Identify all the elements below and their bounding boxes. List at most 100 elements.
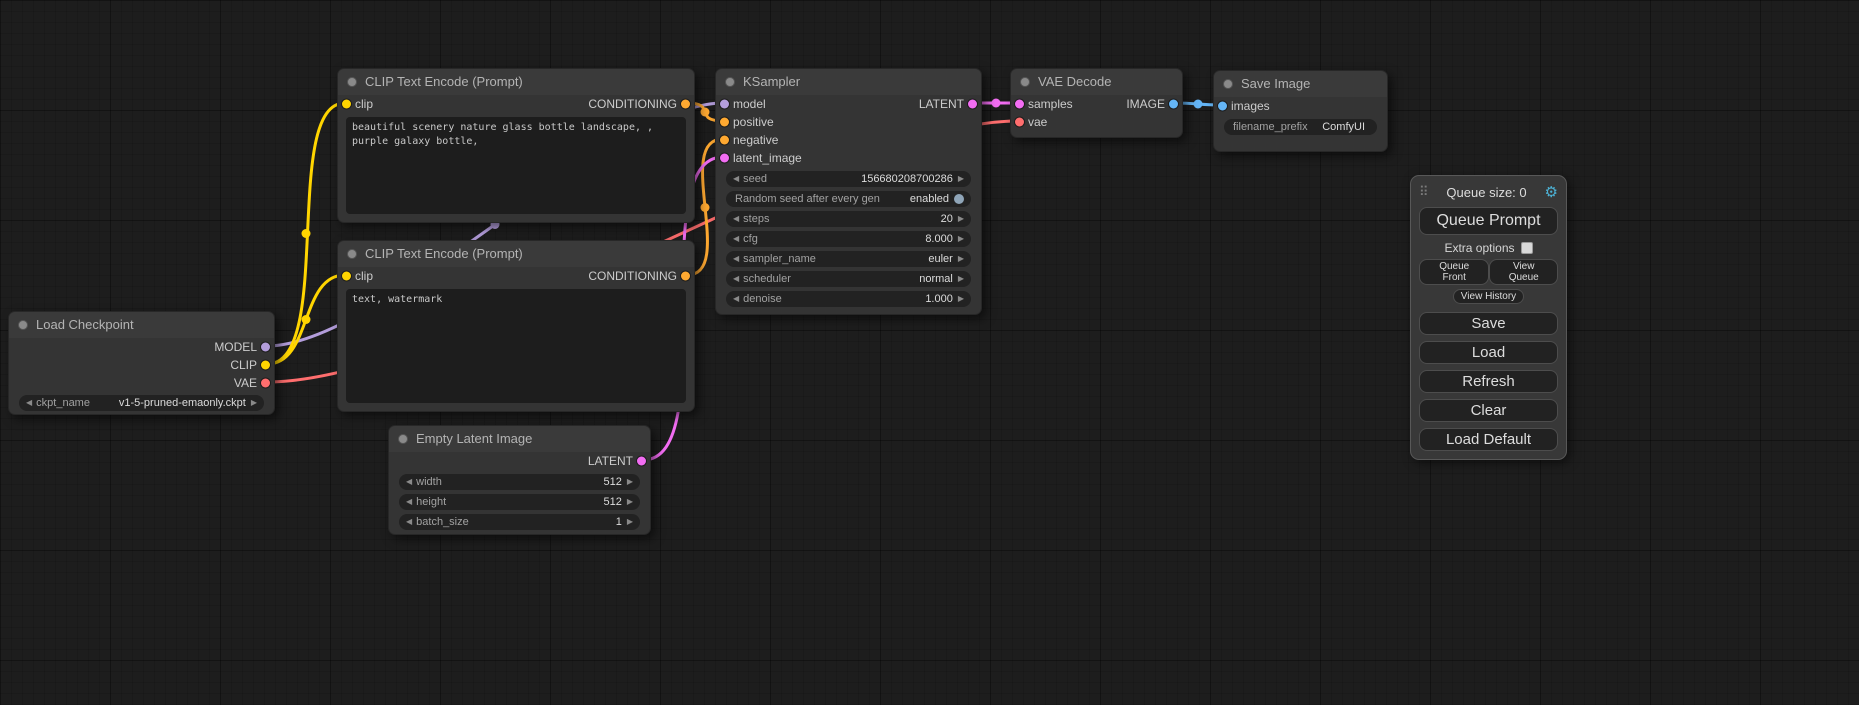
slot-row: clip CONDITIONING	[338, 267, 694, 285]
increment-arrow-icon[interactable]: ▶	[958, 231, 964, 247]
output-slot-model[interactable]	[261, 343, 270, 352]
output-slot-latent[interactable]	[968, 100, 977, 109]
increment-arrow-icon[interactable]: ▶	[958, 291, 964, 307]
decrement-arrow-icon[interactable]: ◀	[26, 395, 32, 411]
widget-value: normal	[919, 273, 953, 285]
extra-options-checkbox[interactable]	[1521, 242, 1533, 254]
view-queue-button[interactable]: View Queue	[1489, 259, 1558, 285]
load-button[interactable]: Load	[1419, 341, 1558, 364]
input-slot-clip[interactable]	[342, 100, 351, 109]
widget-steps[interactable]: ◀ steps 20 ▶	[726, 211, 971, 227]
graph-canvas[interactable]: Load Checkpoint MODEL CLIP VAE ◀ ckpt_na…	[0, 0, 1859, 705]
node-title-bar[interactable]: VAE Decode	[1011, 69, 1182, 95]
increment-arrow-icon[interactable]: ▶	[958, 211, 964, 227]
input-slot-images[interactable]	[1218, 102, 1227, 111]
node-clip-text-encode-positive[interactable]: CLIP Text Encode (Prompt) clip CONDITION…	[337, 68, 695, 223]
decrement-arrow-icon[interactable]: ◀	[733, 271, 739, 287]
output-slot-clip[interactable]	[261, 361, 270, 370]
node-load-checkpoint[interactable]: Load Checkpoint MODEL CLIP VAE ◀ ckpt_na…	[8, 311, 275, 415]
output-slot-vae[interactable]	[261, 379, 270, 388]
node-status-dot[interactable]	[398, 434, 408, 444]
node-title-bar[interactable]: CLIP Text Encode (Prompt)	[338, 69, 694, 95]
output-slot-conditioning[interactable]	[681, 100, 690, 109]
prompt-textarea[interactable]: beautiful scenery nature glass bottle la…	[346, 117, 686, 214]
widget-random-seed-toggle[interactable]: Random seed after every gen enabled	[726, 191, 971, 207]
increment-arrow-icon[interactable]: ▶	[627, 514, 633, 530]
node-title-bar[interactable]: KSampler	[716, 69, 981, 95]
link-midpoint-dot[interactable]	[302, 229, 311, 238]
widget-scheduler[interactable]: ◀ scheduler normal ▶	[726, 271, 971, 287]
link-midpoint-dot[interactable]	[701, 108, 710, 117]
increment-arrow-icon[interactable]: ▶	[627, 474, 633, 490]
view-history-button[interactable]: View History	[1453, 289, 1524, 304]
node-title-bar[interactable]: Load Checkpoint	[9, 312, 274, 338]
node-title-bar[interactable]: Empty Latent Image	[389, 426, 650, 452]
increment-arrow-icon[interactable]: ▶	[627, 494, 633, 510]
settings-gear-icon[interactable]: ⚙	[1545, 185, 1558, 200]
node-empty-latent-image[interactable]: Empty Latent Image LATENT ◀ width 512 ▶ …	[388, 425, 651, 535]
node-title-bar[interactable]: CLIP Text Encode (Prompt)	[338, 241, 694, 267]
decrement-arrow-icon[interactable]: ◀	[733, 231, 739, 247]
decrement-arrow-icon[interactable]: ◀	[406, 474, 412, 490]
node-vae-decode[interactable]: VAE Decode samples IMAGE vae	[1010, 68, 1183, 138]
node-status-dot[interactable]	[1020, 77, 1030, 87]
node-ksampler[interactable]: KSampler model LATENT positive negative …	[715, 68, 982, 315]
toggle-knob[interactable]	[954, 194, 964, 204]
link-midpoint-dot[interactable]	[1194, 100, 1203, 109]
widget-denoise[interactable]: ◀ denoise 1.000 ▶	[726, 291, 971, 307]
input-label-model: model	[733, 97, 766, 111]
widget-filename-prefix[interactable]: filename_prefix ComfyUI	[1224, 119, 1377, 135]
node-status-dot[interactable]	[347, 249, 357, 259]
decrement-arrow-icon[interactable]: ◀	[406, 494, 412, 510]
node-save-image[interactable]: Save Image images filename_prefix ComfyU…	[1213, 70, 1388, 152]
input-slot-vae[interactable]	[1015, 118, 1024, 127]
widget-sampler-name[interactable]: ◀ sampler_name euler ▶	[726, 251, 971, 267]
menu-panel[interactable]: ⠿ Queue size: 0 ⚙ Queue Prompt Extra opt…	[1410, 175, 1567, 460]
prompt-textarea[interactable]: text, watermark	[346, 289, 686, 403]
widget-cfg[interactable]: ◀ cfg 8.000 ▶	[726, 231, 971, 247]
link-midpoint-dot[interactable]	[302, 315, 311, 324]
widget-batch-size[interactable]: ◀ batch_size 1 ▶	[399, 514, 640, 530]
node-title-bar[interactable]: Save Image	[1214, 71, 1387, 97]
output-label-conditioning: CONDITIONING	[588, 97, 677, 111]
node-clip-text-encode-negative[interactable]: CLIP Text Encode (Prompt) clip CONDITION…	[337, 240, 695, 412]
drag-handle-icon[interactable]: ⠿	[1419, 184, 1429, 200]
save-button[interactable]: Save	[1419, 312, 1558, 335]
output-slot-latent[interactable]	[637, 457, 646, 466]
widget-seed[interactable]: ◀ seed 156680208700286 ▶	[726, 171, 971, 187]
increment-arrow-icon[interactable]: ▶	[958, 271, 964, 287]
queue-prompt-button[interactable]: Queue Prompt	[1419, 207, 1558, 235]
widget-ckpt-name[interactable]: ◀ ckpt_name v1-5-pruned-emaonly.ckpt ▶	[19, 395, 264, 411]
decrement-arrow-icon[interactable]: ◀	[406, 514, 412, 530]
increment-arrow-icon[interactable]: ▶	[958, 251, 964, 267]
clear-button[interactable]: Clear	[1419, 399, 1558, 422]
refresh-button[interactable]: Refresh	[1419, 370, 1558, 393]
load-default-button[interactable]: Load Default	[1419, 428, 1558, 451]
input-slot-negative[interactable]	[720, 136, 729, 145]
decrement-arrow-icon[interactable]: ◀	[733, 291, 739, 307]
output-slot-image[interactable]	[1169, 100, 1178, 109]
decrement-arrow-icon[interactable]: ◀	[733, 251, 739, 267]
input-slot-clip[interactable]	[342, 272, 351, 281]
link-midpoint-dot[interactable]	[992, 99, 1001, 108]
input-slot-samples[interactable]	[1015, 100, 1024, 109]
node-status-dot[interactable]	[18, 320, 28, 330]
input-slot-model[interactable]	[720, 100, 729, 109]
input-slot-latent-image[interactable]	[720, 154, 729, 163]
widget-height[interactable]: ◀ height 512 ▶	[399, 494, 640, 510]
node-status-dot[interactable]	[1223, 79, 1233, 89]
decrement-arrow-icon[interactable]: ◀	[733, 211, 739, 227]
extra-options-row: Extra options	[1419, 241, 1558, 255]
increment-arrow-icon[interactable]: ▶	[958, 171, 964, 187]
node-title-label: VAE Decode	[1038, 74, 1111, 89]
input-label-positive: positive	[733, 115, 774, 129]
queue-front-button[interactable]: Queue Front	[1419, 259, 1489, 285]
output-slot-conditioning[interactable]	[681, 272, 690, 281]
decrement-arrow-icon[interactable]: ◀	[733, 171, 739, 187]
link-midpoint-dot[interactable]	[701, 203, 710, 212]
node-status-dot[interactable]	[347, 77, 357, 87]
input-slot-positive[interactable]	[720, 118, 729, 127]
widget-width[interactable]: ◀ width 512 ▶	[399, 474, 640, 490]
node-status-dot[interactable]	[725, 77, 735, 87]
increment-arrow-icon[interactable]: ▶	[251, 395, 257, 411]
